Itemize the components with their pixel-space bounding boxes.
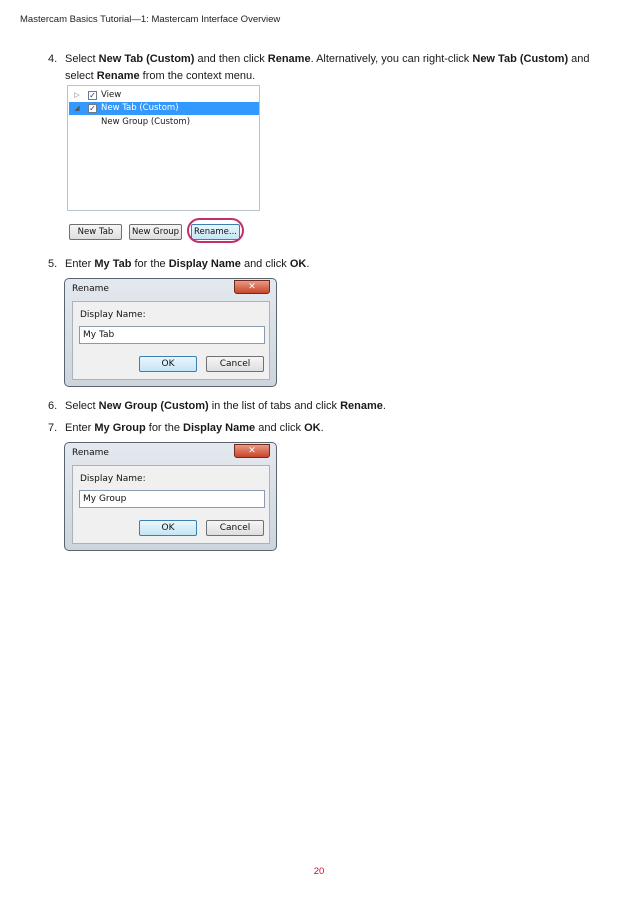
ui-term: Rename — [96, 70, 140, 82]
running-head: Mastercam Basics Tutorial—1: Mastercam I… — [20, 14, 281, 25]
cancel-button[interactable]: Cancel — [206, 356, 264, 372]
page-number: 20 — [313, 866, 325, 877]
step-text: Select New Tab (Custom) and then click R… — [65, 51, 608, 85]
instruction-text: Select — [65, 400, 99, 412]
close-icon[interactable]: ✕ — [234, 280, 270, 294]
step-text: Enter My Group for the Display Name and … — [65, 420, 608, 437]
ui-term: Display Name — [183, 422, 256, 434]
ui-term: New Group (Custom) — [98, 400, 209, 412]
ui-term: Rename — [340, 400, 383, 412]
display-name-label: Display Name: — [80, 474, 146, 484]
cancel-button[interactable]: Cancel — [206, 520, 264, 536]
instruction-text: . — [320, 422, 324, 434]
rename-dialog-my-tab: Rename ✕ Display Name: My Tab OK Cancel — [64, 278, 277, 387]
step-6: 6. Select New Group (Custom) in the list… — [48, 398, 608, 415]
dialog-title: Rename — [72, 284, 109, 294]
tree-item-label: View — [101, 90, 122, 100]
instruction-text: and then click — [194, 53, 268, 65]
step-5: 5. Enter My Tab for the Display Name and… — [48, 256, 608, 273]
ok-button[interactable]: OK — [139, 520, 197, 536]
dialog-title: Rename — [72, 448, 109, 458]
checkbox-checked-icon[interactable]: ✓ — [88, 104, 97, 113]
instruction-text: Enter — [65, 258, 95, 270]
step-text: Enter My Tab for the Display Name and cl… — [65, 256, 608, 273]
checkbox-checked-icon[interactable]: ✓ — [88, 91, 97, 100]
collapse-arrow-icon[interactable]: ◢ — [73, 102, 81, 115]
expand-arrow-icon[interactable]: ▷ — [73, 89, 81, 102]
instruction-text: in the list of tabs and click — [208, 400, 341, 412]
tree-item-new-tab[interactable]: ◢ ✓ New Tab (Custom) — [69, 102, 259, 115]
rename-dialog-my-group: Rename ✕ Display Name: My Group OK Cance… — [64, 442, 277, 551]
ok-button[interactable]: OK — [139, 356, 197, 372]
instruction-text: . — [306, 258, 310, 270]
step-text: Select New Group (Custom) in the list of… — [65, 398, 608, 415]
ui-term: OK — [289, 258, 307, 270]
step-number: 6. — [48, 400, 58, 412]
instruction-text: and click — [255, 422, 305, 434]
instruction-text: for the — [145, 422, 183, 434]
step-7: 7. Enter My Group for the Display Name a… — [48, 420, 608, 437]
instruction-text: from the context menu. — [139, 70, 256, 82]
tree-item-label: New Group (Custom) — [101, 117, 191, 127]
instruction-text: Select — [65, 53, 99, 65]
display-name-input[interactable]: My Tab — [79, 326, 265, 344]
dialog-body: Display Name: My Tab OK Cancel — [72, 301, 270, 380]
instruction-text: . Alternatively, you can right-click — [310, 53, 473, 65]
step-number: 5. — [48, 258, 58, 270]
ui-term: My Group — [94, 422, 146, 434]
new-group-button[interactable]: New Group — [129, 224, 182, 240]
instruction-text: and click — [240, 258, 290, 270]
instruction-text: for the — [131, 258, 169, 270]
tab-tree[interactable]: ▷ ✓ View ◢ ✓ New Tab (Custom) New Group … — [67, 85, 260, 211]
ui-term: Display Name — [168, 258, 241, 270]
rename-highlight-circle — [187, 218, 244, 243]
step-4: 4. Select New Tab (Custom) and then clic… — [48, 51, 608, 85]
step-number: 4. — [48, 53, 58, 65]
customize-tabs-screenshot: ▷ ✓ View ◢ ✓ New Tab (Custom) New Group … — [67, 85, 263, 245]
step-number: 7. — [48, 422, 58, 434]
close-icon[interactable]: ✕ — [234, 444, 270, 458]
tree-item-label: New Tab (Custom) — [101, 103, 179, 113]
instruction-text: . — [382, 400, 386, 412]
dialog-body: Display Name: My Group OK Cancel — [72, 465, 270, 544]
ui-term: New Tab (Custom) — [472, 53, 569, 65]
ui-term: My Tab — [94, 258, 132, 270]
new-tab-button[interactable]: New Tab — [69, 224, 122, 240]
ui-term: OK — [304, 422, 321, 434]
instruction-text: Enter — [65, 422, 95, 434]
ui-term: New Tab (Custom) — [98, 53, 195, 65]
display-name-label: Display Name: — [80, 310, 146, 320]
ui-term: Rename — [267, 53, 311, 65]
display-name-input[interactable]: My Group — [79, 490, 265, 508]
